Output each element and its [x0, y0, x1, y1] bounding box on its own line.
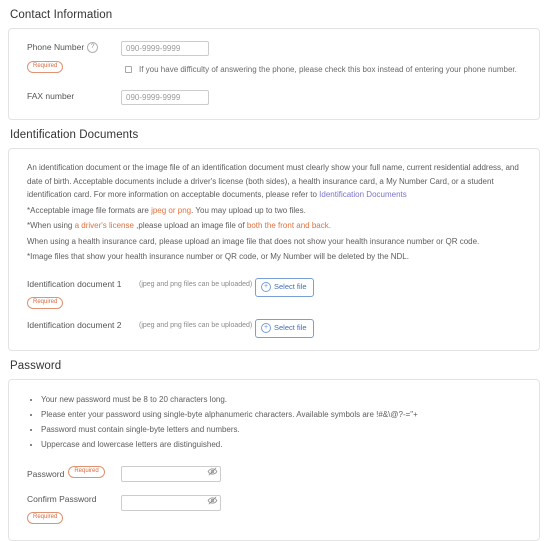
confirm-password-input-wrap: [121, 493, 221, 511]
identification-note-2-highlight-1: a driver's license: [74, 221, 134, 230]
identification-note-3: When using a health insurance card, plea…: [27, 236, 480, 246]
password-input[interactable]: [121, 466, 221, 482]
password-visibility-toggle-button[interactable]: [207, 466, 218, 477]
password-required-badge: Required: [68, 466, 105, 479]
password-rule-4: Uppercase and lowercase letters are dist…: [41, 437, 529, 452]
password-input-wrap: [121, 464, 221, 482]
identification-document-2-label-col: Identification document 2: [27, 319, 139, 331]
identification-document-1-required-badge: Required: [27, 296, 64, 309]
fax-number-row: FAX number: [19, 90, 529, 105]
identification-document-1-select-file-label: Select file: [274, 281, 307, 291]
question-circle-icon[interactable]: ?: [87, 42, 99, 53]
confirm-password-visibility-toggle-button[interactable]: [207, 495, 218, 506]
phone-number-label: Phone Number ?: [27, 41, 121, 54]
identification-document-2-hint: (jpeg and png files can be uploaded): [139, 321, 253, 329]
password-rule-3: Password must contain single-byte letter…: [41, 422, 529, 437]
confirm-password-required-badge: Required: [27, 511, 64, 524]
registration-form-page: Contact Information Phone Number ? Requi…: [0, 0, 548, 541]
password-rule-2: Please enter your password using single-…: [41, 407, 529, 422]
password-row: Password Required: [19, 464, 529, 482]
phone-difficulty-checkbox[interactable]: [125, 66, 132, 73]
eye-slash-icon: [207, 495, 218, 506]
identification-documents-card: An identification document or the image …: [8, 148, 540, 351]
identification-paragraph-text: An identification document or the image …: [27, 163, 519, 199]
identification-documents-link[interactable]: Identification Documents: [319, 190, 407, 199]
identification-note-2-highlight-2: both the front and back.: [246, 221, 331, 230]
identification-note-1-pre: *Acceptable image file formats are: [27, 205, 152, 215]
phone-number-input[interactable]: [121, 41, 209, 56]
fax-number-input[interactable]: [121, 90, 209, 105]
password-rules-list: Your new password must be 8 to 20 charac…: [19, 392, 529, 452]
section-title-password: Password: [10, 359, 62, 372]
confirm-password-label: Confirm Password: [27, 493, 97, 504]
password-rule-1: Your new password must be 8 to 20 charac…: [41, 392, 529, 407]
confirm-password-label-col: Confirm Password Required: [19, 493, 121, 524]
plus-circle-icon: +: [261, 281, 271, 292]
identification-document-2-select-file-button[interactable]: + Select file: [255, 318, 314, 338]
eye-slash-icon: [207, 466, 218, 477]
phone-number-label-col: Phone Number ? Required: [19, 41, 121, 73]
identification-document-2-select-file-label: Select file: [274, 322, 307, 332]
identification-note-1-post: . You may upload up to two files.: [191, 205, 306, 215]
identification-paragraph: An identification document or the image …: [27, 161, 523, 202]
phone-difficulty-checkbox-label[interactable]: If you have difficulty of answering the …: [139, 64, 517, 75]
identification-description: An identification document or the image …: [19, 161, 529, 264]
fax-number-label: FAX number: [27, 90, 121, 103]
identification-note-2: *When using a driver's license ,please u…: [27, 219, 523, 233]
plus-circle-icon: +: [261, 322, 271, 333]
identification-document-rows: Identification document 1 Required (jpeg…: [19, 277, 529, 338]
identification-document-1-row: Identification document 1 Required (jpeg…: [27, 277, 529, 309]
identification-document-2-row: Identification document 2 (jpeg and png …: [27, 318, 529, 338]
fax-number-control-col: [121, 90, 529, 105]
phone-difficulty-check-row: If you have difficulty of answering the …: [121, 64, 529, 76]
identification-note-2-pre: *When using: [27, 221, 75, 230]
identification-document-1-label: Identification document 1: [27, 278, 122, 289]
section-title-contact: Contact Information: [10, 9, 113, 21]
password-label-col: Password Required: [19, 464, 121, 482]
fax-number-label-col: FAX number: [19, 90, 121, 103]
contact-information-card: Phone Number ? Required If you have diff…: [8, 28, 540, 120]
identification-note-2-mid: ,please upload an image file of: [133, 221, 247, 230]
identification-note-1-highlight: jpeg or png: [151, 205, 192, 215]
password-fields: Password Required Confirm Password Requi…: [19, 464, 529, 524]
identification-note-4: *Image files that show your health insur…: [27, 252, 409, 261]
section-title-identification: Identification Documents: [10, 129, 139, 141]
identification-document-1-select-file-button[interactable]: + Select file: [255, 277, 314, 297]
phone-number-control-col: If you have difficulty of answering the …: [121, 41, 529, 76]
identification-document-1-label-col: Identification document 1 Required: [27, 278, 139, 309]
confirm-password-row: Confirm Password Required: [19, 493, 529, 524]
identification-note-1: *Acceptable image file formats are jpeg …: [27, 204, 523, 218]
identification-document-2-label: Identification document 2: [27, 319, 122, 330]
phone-number-row: Phone Number ? Required If you have diff…: [19, 41, 529, 76]
identification-document-1-hint: (jpeg and png files can be uploaded): [139, 280, 253, 288]
phone-number-required-badge: Required: [27, 61, 64, 73]
fax-number-label-text: FAX number: [27, 91, 75, 101]
password-label: Password: [27, 468, 65, 479]
phone-number-label-text: Phone Number: [27, 42, 85, 52]
confirm-password-input[interactable]: [121, 495, 221, 511]
password-card: Your new password must be 8 to 20 charac…: [8, 378, 540, 541]
